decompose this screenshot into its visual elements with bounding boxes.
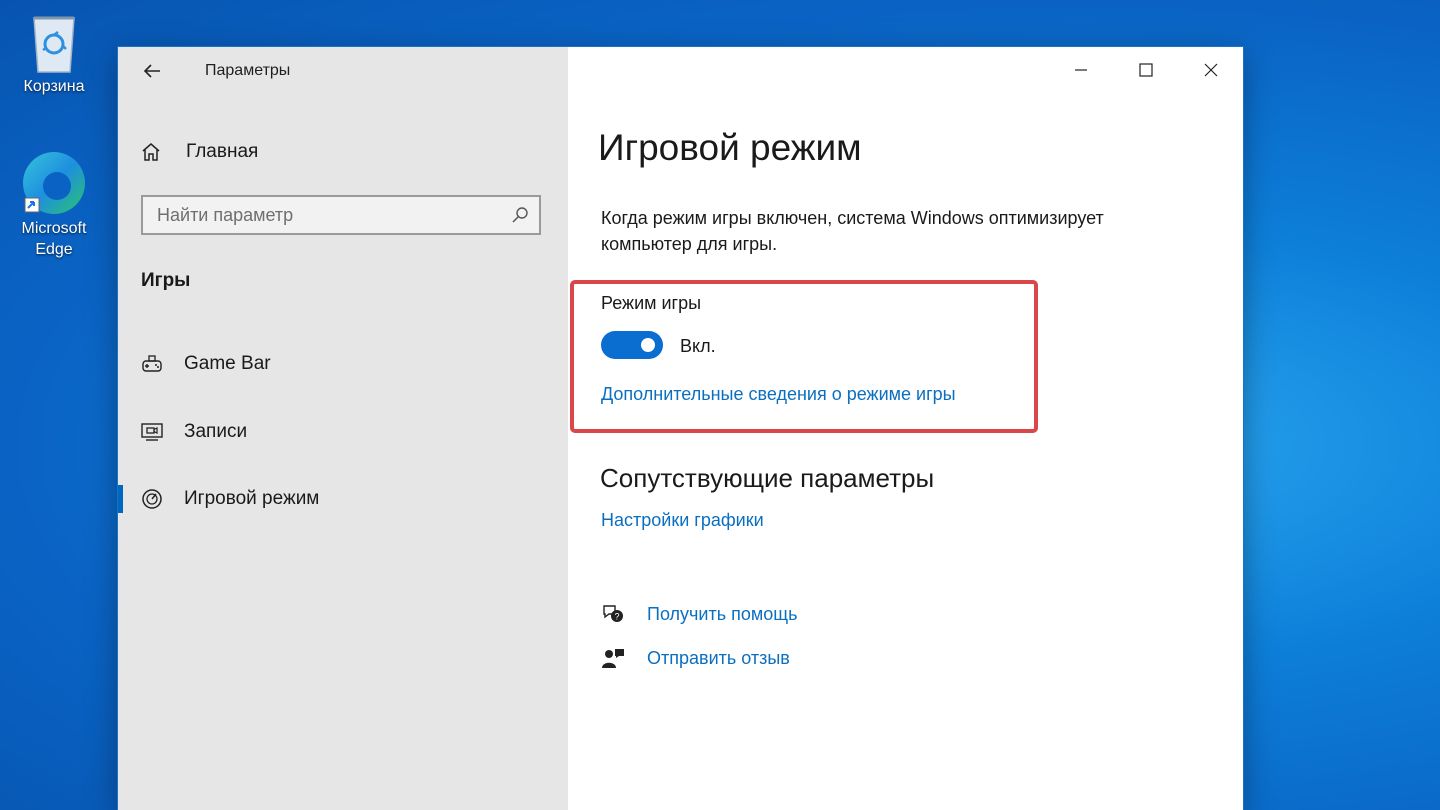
settings-window: Параметры Главная Игры Game Bar xyxy=(118,47,1243,810)
edge-icon xyxy=(19,148,89,218)
sidebar-item-label: Главная xyxy=(186,141,259,162)
help-icon: ? xyxy=(603,605,623,622)
sidebar-item-captures[interactable]: Записи xyxy=(118,410,568,454)
close-icon xyxy=(1204,63,1218,77)
desktop-icon-recycle-bin[interactable]: Корзина xyxy=(6,10,102,97)
home-icon xyxy=(142,143,160,161)
page-description: Когда режим игры включен, система Window… xyxy=(601,208,1104,254)
game-bar-icon xyxy=(142,355,162,372)
get-help-link[interactable]: Получить помощь xyxy=(647,604,797,625)
game-mode-icon xyxy=(142,489,162,509)
more-info-link[interactable]: Дополнительные сведения о режиме игры xyxy=(601,384,956,405)
game-mode-label: Режим игры xyxy=(601,293,702,313)
back-arrow-icon xyxy=(143,64,160,78)
page-title: Игровой режим xyxy=(598,127,862,168)
search-icon[interactable] xyxy=(511,206,529,224)
desktop-icon-label: Microsoft Edge xyxy=(21,220,87,258)
toggle-knob xyxy=(641,338,655,352)
minimize-button[interactable] xyxy=(1058,55,1104,85)
section-title: Игры xyxy=(141,270,191,291)
main-content: Игровой режим Когда режим игры включен, … xyxy=(568,47,1243,810)
graphics-settings-link[interactable]: Настройки графики xyxy=(601,510,764,531)
sidebar-item-game-mode[interactable]: Игровой режим xyxy=(118,477,568,521)
sidebar-item-label: Game Bar xyxy=(184,353,271,374)
captures-icon xyxy=(141,423,163,441)
close-button[interactable] xyxy=(1188,55,1234,85)
minimize-icon xyxy=(1075,69,1087,71)
sidebar-item-home[interactable]: Главная xyxy=(140,137,258,167)
feedback-link[interactable]: Отправить отзыв xyxy=(647,648,790,669)
search-input[interactable] xyxy=(143,197,497,233)
search-box xyxy=(141,195,541,235)
recycle-bin-icon xyxy=(26,10,82,76)
sidebar-item-label: Игровой режим xyxy=(184,488,320,509)
sidebar-item-game-bar[interactable]: Game Bar xyxy=(118,342,568,386)
sidebar-item-label: Записи xyxy=(184,421,248,442)
back-button[interactable] xyxy=(138,59,166,83)
feedback-icon xyxy=(602,649,624,668)
related-settings-title: Сопутствующие параметры xyxy=(600,463,935,493)
feedback-row[interactable]: Отправить отзыв xyxy=(601,646,790,670)
get-help-row[interactable]: ? Получить помощь xyxy=(601,602,797,626)
sidebar: Параметры Главная Игры Game Bar xyxy=(118,47,568,810)
toggle-state-label: Вкл. xyxy=(680,336,716,356)
app-title: Параметры xyxy=(205,62,291,79)
maximize-button[interactable] xyxy=(1123,55,1169,85)
desktop-icon-edge[interactable]: Microsoft Edge xyxy=(6,148,102,260)
maximize-icon xyxy=(1139,63,1153,77)
game-mode-toggle[interactable] xyxy=(601,331,663,359)
desktop-icon-label: Корзина xyxy=(23,78,85,95)
svg-text:?: ? xyxy=(614,612,619,622)
